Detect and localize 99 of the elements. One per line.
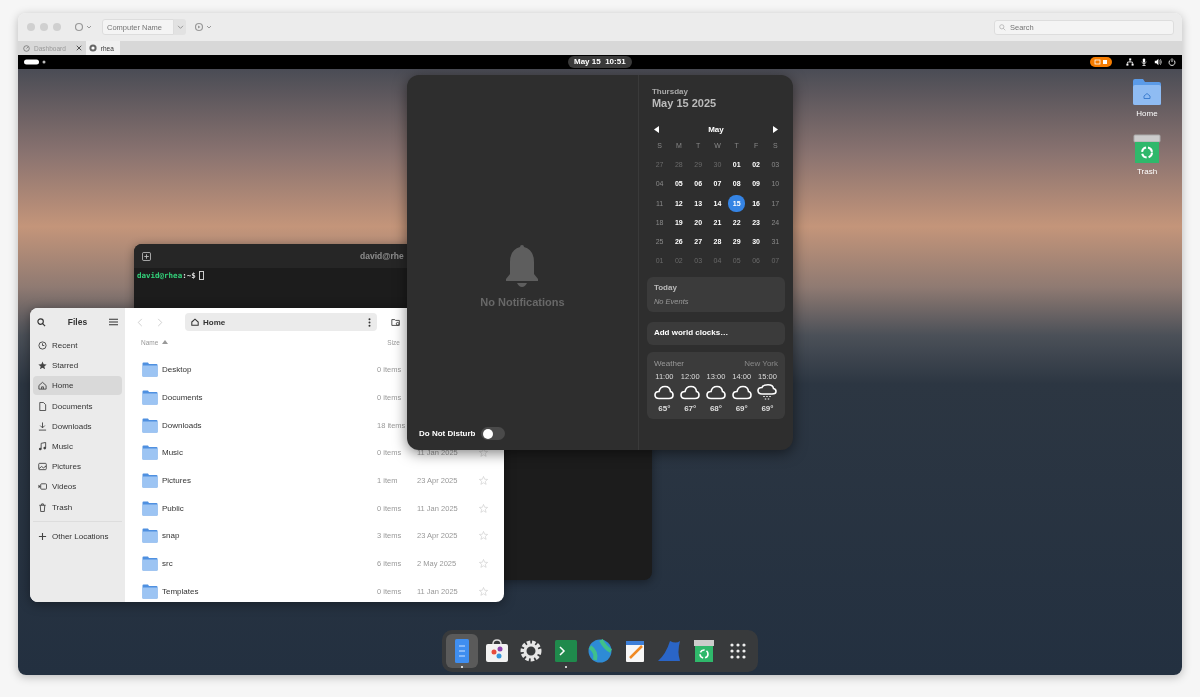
- sidebar-item[interactable]: Recent: [33, 336, 122, 355]
- weekday-text: Thursday: [651, 87, 689, 96]
- folder-icon[interactable]: [142, 417, 158, 433]
- kebab-menu-icon[interactable]: [368, 317, 371, 327]
- window-title: david@rhe: [360, 251, 404, 261]
- menu-icon[interactable]: [109, 318, 118, 326]
- forecast-temperature: 69°: [761, 404, 774, 414]
- file-name[interactable]: Pictures: [162, 476, 377, 486]
- folder-icon[interactable]: [1132, 78, 1162, 106]
- card-title: Weather: [653, 359, 684, 369]
- fin-app-icon: [656, 638, 682, 664]
- home-icon: [191, 318, 199, 326]
- world-clocks-button[interactable]: Add world clocks…: [646, 322, 785, 346]
- cloud-icon: [654, 384, 675, 402]
- sidebar-item[interactable]: Trash: [33, 497, 122, 517]
- path-bar[interactable]: Home: [185, 313, 377, 331]
- folder-icon[interactable]: [142, 556, 158, 572]
- window-title: Files: [67, 317, 88, 327]
- month-label: May: [708, 125, 724, 134]
- forecast-temperature: 68°: [709, 404, 722, 414]
- card-title: Today: [653, 283, 678, 293]
- sidebar-item[interactable]: Videos: [33, 477, 122, 497]
- file-name[interactable]: snap: [162, 531, 377, 541]
- star-icon[interactable]: [479, 531, 488, 541]
- file-name[interactable]: Desktop: [162, 365, 377, 375]
- terminal-app-icon: [552, 638, 579, 664]
- text-cursor: [198, 271, 204, 280]
- star-icon[interactable]: [479, 503, 488, 513]
- star-icon[interactable]: [479, 476, 488, 486]
- sidebar-item[interactable]: Music: [33, 436, 122, 456]
- downloads-icon: [38, 421, 47, 431]
- dock-app[interactable]: [446, 634, 478, 668]
- forecast-temperature: 67°: [684, 404, 697, 414]
- file-name[interactable]: Music: [162, 448, 377, 458]
- cloud-icon: [705, 384, 726, 402]
- file-name[interactable]: Downloads: [162, 420, 377, 430]
- videos-icon: [38, 482, 47, 492]
- folder-icon[interactable]: [142, 500, 158, 516]
- recent-icon: [38, 341, 47, 350]
- store-app-icon: [483, 638, 510, 664]
- date-heading: May 15 2025: [651, 97, 718, 109]
- next-month-icon[interactable]: [773, 126, 778, 133]
- sidebar-item[interactable]: Documents: [33, 396, 122, 416]
- sidebar-item[interactable]: Pictures: [33, 457, 122, 477]
- sidebar-item[interactable]: Other Locations: [33, 526, 122, 546]
- documents-icon: [38, 401, 47, 411]
- chevron-down-icon: [176, 24, 184, 30]
- pictures-icon: [38, 462, 47, 472]
- trash-icon[interactable]: [1133, 134, 1161, 164]
- clock[interactable]: May 15 10:51: [568, 56, 632, 68]
- folder-search-icon[interactable]: [391, 317, 401, 327]
- plus-icon: [38, 531, 47, 541]
- empty-state-text: No Notifications: [480, 296, 565, 308]
- cloud-icon: [680, 384, 701, 402]
- star-icon[interactable]: [479, 586, 488, 596]
- file-name[interactable]: Documents: [162, 393, 377, 403]
- search-icon[interactable]: [37, 317, 46, 327]
- new-tab-icon[interactable]: [142, 251, 151, 261]
- settings-app-icon: [518, 638, 544, 664]
- globe-app-icon: [587, 638, 613, 664]
- network-icon[interactable]: [1126, 58, 1134, 66]
- folder-icon[interactable]: [142, 583, 158, 599]
- rain-cloud-icon: [757, 384, 778, 402]
- screen-share-indicator[interactable]: [1090, 57, 1112, 67]
- cloud-icon: [731, 384, 752, 402]
- forecast-temperature: 65°: [658, 404, 671, 414]
- sidebar-item[interactable]: Starred: [33, 356, 122, 376]
- gauge-icon: [23, 44, 30, 52]
- home-icon: [38, 381, 47, 391]
- file-name[interactable]: Public: [162, 503, 377, 513]
- folder-icon[interactable]: [142, 362, 158, 378]
- location-text: New York: [744, 359, 778, 369]
- toggle-switch[interactable]: [481, 427, 506, 440]
- machine-icon: [88, 44, 97, 52]
- folder-icon[interactable]: [142, 445, 158, 461]
- desktop-icon-label[interactable]: Trash: [1136, 167, 1158, 176]
- folder-icon[interactable]: [142, 390, 158, 406]
- trash-icon: [38, 502, 47, 512]
- music-icon: [38, 441, 47, 451]
- close-icon[interactable]: [75, 45, 82, 51]
- file-name[interactable]: src: [162, 559, 377, 569]
- sidebar-item[interactable]: Downloads: [33, 416, 122, 436]
- previous-month-icon[interactable]: [653, 126, 659, 133]
- star-icon[interactable]: [479, 559, 488, 569]
- star-icon[interactable]: [479, 448, 488, 458]
- desktop-icon-label[interactable]: Home: [1136, 109, 1158, 118]
- folder-icon[interactable]: [142, 528, 158, 544]
- forecast-temperature: 69°: [735, 404, 748, 414]
- workspace-indicator[interactable]: [24, 59, 48, 65]
- sidebar-item[interactable]: Home: [33, 376, 122, 396]
- starred-icon: [38, 361, 47, 371]
- file-name[interactable]: Templates: [162, 586, 377, 596]
- power-icon[interactable]: [1168, 58, 1176, 66]
- bell-icon: [505, 244, 540, 288]
- microphone-icon[interactable]: [1140, 58, 1148, 66]
- toggle-label: Do Not Disturb: [419, 429, 476, 438]
- sort-ascending-icon[interactable]: [162, 340, 169, 344]
- volume-icon[interactable]: [1154, 58, 1162, 66]
- folder-icon[interactable]: [142, 473, 158, 489]
